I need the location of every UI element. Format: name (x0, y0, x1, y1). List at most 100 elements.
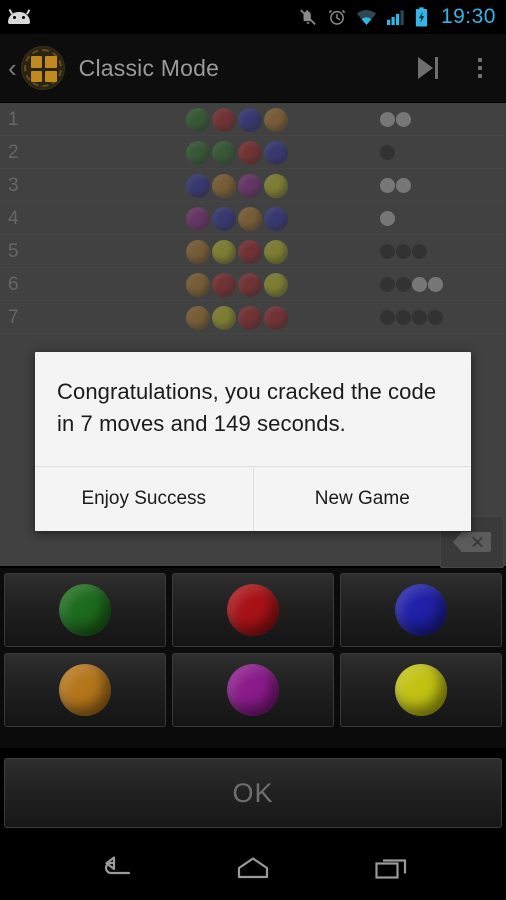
color-button-blue[interactable] (340, 573, 502, 647)
feedback-peg-black (412, 244, 427, 259)
color-button-purple[interactable] (172, 653, 334, 727)
palette-row (2, 653, 504, 733)
feedback-peg-white (396, 112, 411, 127)
guess-peg-yellow (264, 272, 288, 297)
wifi-icon (356, 10, 377, 26)
guess-row-number: 5 (8, 240, 19, 262)
guess-peg-blue (264, 140, 288, 165)
guess-peg-red (212, 272, 236, 297)
feedback-peg-black (380, 244, 395, 259)
guess-row: 3 (0, 169, 506, 202)
guess-row-number: 2 (8, 141, 19, 163)
guess-peg-orange (186, 272, 210, 297)
guess-row: 2 (0, 136, 506, 169)
guess-peg-green (212, 140, 236, 165)
feedback-peg-black (428, 310, 443, 325)
guess-peg-yellow (264, 239, 288, 264)
nav-back-button[interactable] (82, 836, 148, 900)
alarm-clock-icon (328, 9, 346, 25)
status-bar-right: 19:30 (298, 5, 496, 29)
color-button-yellow[interactable] (340, 653, 502, 727)
feedback-peg-white (380, 211, 395, 226)
guess-peg-blue (212, 206, 236, 231)
guess-row: 5 (0, 235, 506, 268)
three-dots-icon (478, 58, 482, 78)
guess-peg-yellow (212, 305, 236, 330)
guess-row-number: 1 (8, 108, 19, 130)
up-chevron-icon[interactable]: ‹ (0, 55, 21, 81)
feedback-peg-white (380, 178, 395, 193)
new-game-button[interactable]: New Game (253, 467, 471, 531)
action-bar: ‹ Classic Mode (0, 34, 506, 103)
feedback-pegs (380, 103, 411, 136)
color-button-red[interactable] (172, 573, 334, 647)
guess-row-number: 4 (8, 207, 19, 229)
guess-peg-blue (264, 206, 288, 231)
color-swatch-red (227, 584, 279, 636)
dialog-message: Congratulations, you cracked the code in… (57, 379, 437, 436)
guess-peg-purple (238, 173, 262, 198)
status-bar-clock: 19:30 (440, 5, 496, 28)
guess-pegs (186, 202, 288, 235)
guess-peg-red (264, 305, 288, 330)
feedback-pegs (380, 268, 443, 301)
ringer-muted-icon (300, 9, 316, 26)
guess-peg-red (238, 305, 262, 330)
color-swatch-blue (395, 584, 447, 636)
battery-charging-icon (415, 7, 428, 27)
guess-peg-orange (238, 206, 262, 231)
feedback-peg-white (428, 277, 443, 292)
guess-peg-green (186, 107, 210, 132)
guess-peg-blue (186, 173, 210, 198)
guess-peg-red (212, 107, 236, 132)
nav-home-button[interactable] (220, 836, 286, 900)
feedback-peg-black (412, 310, 427, 325)
guess-pegs (186, 103, 288, 136)
guess-pegs (186, 268, 288, 301)
guess-row-number: 7 (8, 306, 19, 328)
palette-row (2, 573, 504, 653)
feedback-pegs (380, 169, 411, 202)
recents-icon (375, 859, 407, 879)
ok-button[interactable]: OK (4, 758, 502, 828)
guess-row: 7 (0, 301, 506, 334)
feedback-peg-white (412, 277, 427, 292)
guess-row: 4 (0, 202, 506, 235)
game-over-dialog: Congratulations, you cracked the code in… (35, 352, 471, 531)
color-swatch-purple (227, 664, 279, 716)
guess-peg-green (186, 140, 210, 165)
skip-to-end-button[interactable] (402, 34, 454, 103)
feedback-pegs (380, 136, 395, 169)
page-title: Classic Mode (78, 54, 220, 81)
feedback-peg-black (380, 310, 395, 325)
color-button-green[interactable] (4, 573, 166, 647)
enjoy-success-button[interactable]: Enjoy Success (35, 467, 253, 531)
feedback-pegs (380, 202, 395, 235)
guess-row: 1 (0, 103, 506, 136)
ok-button-wrap: OK (0, 758, 506, 828)
home-icon (237, 857, 269, 879)
nav-recents-button[interactable] (358, 836, 424, 900)
cellular-signal-icon (386, 10, 404, 26)
dialog-buttons: Enjoy Success New Game (35, 467, 471, 531)
color-palette (0, 568, 506, 748)
guess-pegs (186, 235, 288, 268)
guess-pegs (186, 136, 288, 169)
feedback-peg-black (380, 145, 395, 160)
guess-pegs (186, 169, 288, 202)
backspace-delete-icon (453, 532, 491, 552)
feedback-peg-black (396, 277, 411, 292)
overflow-menu-button[interactable] (454, 34, 506, 103)
grid-app-icon[interactable] (20, 46, 65, 90)
guess-row-number: 3 (8, 174, 19, 196)
guess-peg-yellow (264, 173, 288, 198)
feedback-pegs (380, 235, 427, 268)
color-button-orange[interactable] (4, 653, 166, 727)
guess-peg-orange (212, 173, 236, 198)
feedback-peg-black (380, 277, 395, 292)
feedback-peg-white (396, 178, 411, 193)
guess-peg-red (238, 140, 262, 165)
guess-peg-blue (238, 107, 262, 132)
guess-row-number: 6 (8, 273, 19, 295)
color-swatch-orange (59, 664, 111, 716)
